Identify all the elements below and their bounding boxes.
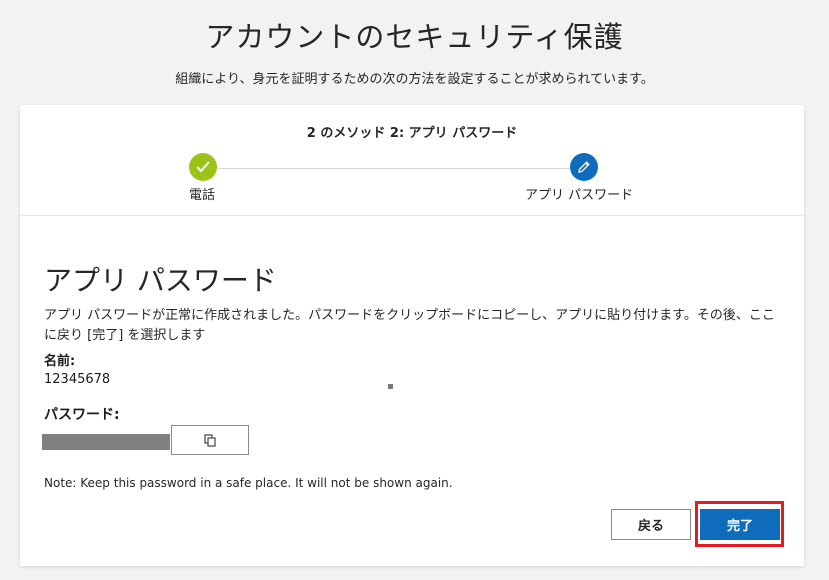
done-button[interactable]: 完了 [700,509,780,540]
password-masked-value [42,434,170,450]
name-label: 名前: [44,354,76,369]
instructions-text: アプリ パスワードが正常に作成されました。パスワードをクリップボードにコピーし、… [44,308,775,343]
page-subtitle: 組織により、身元を証明するための次の方法を設定することが求められています。 [175,72,654,87]
step-label-app-password: アプリ パスワード [525,188,634,203]
security-note: Note: Keep this password in a safe place… [44,476,453,490]
password-label: パスワード: [44,407,120,423]
step-connector-line [218,168,570,169]
back-button[interactable]: 戻る [611,509,691,540]
step-complete-circle [189,153,217,181]
step-counter: 2 のメソッド 2: アプリ パスワード [306,126,518,141]
copy-icon [204,433,216,447]
page-title: アカウントのセキュリティ保護 [205,20,624,54]
separator-dot [388,384,393,389]
step-label-phone: 電話 [189,188,216,203]
progress-header: 2 のメソッド 2: アプリ パスワード 電話 アプリ パスワード [20,105,804,216]
copy-password-button[interactable] [171,425,249,455]
name-value: 12345678 [44,372,111,387]
pencil-icon [578,161,590,173]
section-title: アプリ パスワード [44,263,277,297]
check-icon [196,161,210,173]
step-current-circle [570,153,598,181]
setup-card: 2 のメソッド 2: アプリ パスワード 電話 アプリ パスワード アプリ パス… [20,105,804,566]
